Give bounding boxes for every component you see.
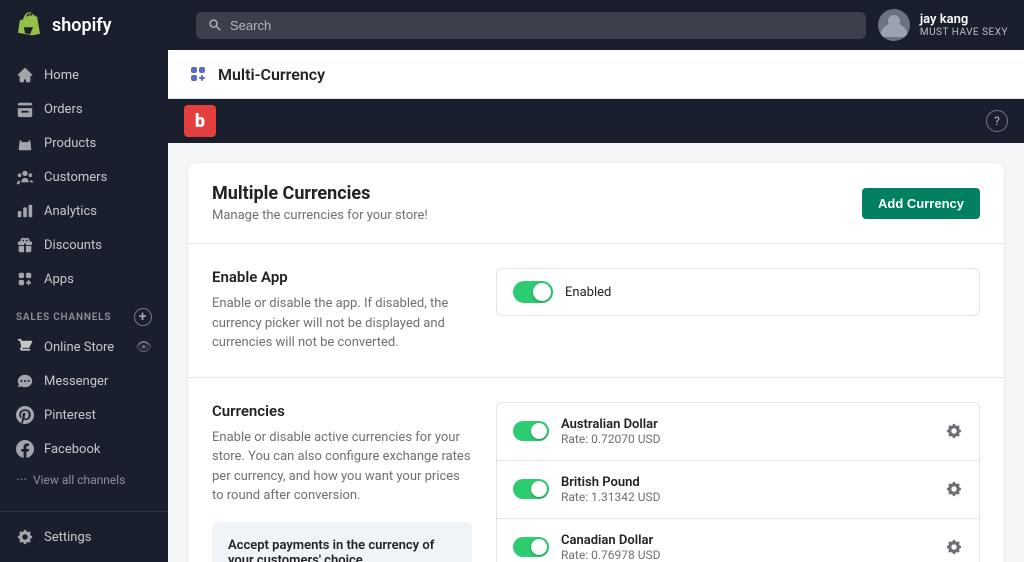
aud-info: Australian Dollar Rate: 0.72070 USD (561, 417, 933, 446)
page-title: Multi-Currency (218, 65, 325, 84)
search-icon (208, 18, 222, 32)
search-bar[interactable] (196, 12, 866, 39)
sidebar-bottom: Settings (0, 511, 168, 554)
app-banner: b ? (168, 99, 1024, 143)
pinterest-icon (16, 406, 34, 424)
top-nav: shopify jay kang MUST HAVE SEXY (0, 0, 1024, 50)
logo-text: shopify (52, 15, 112, 36)
sidebar-label-products: Products (44, 136, 96, 151)
enable-app-description: Enable or disable the app. If disabled, … (212, 294, 472, 353)
currencies-list-section: Currencies Enable or disable active curr… (188, 378, 1004, 562)
sales-channels-label: SALES CHANNELS (16, 312, 111, 323)
user-name: jay kang (920, 12, 1008, 27)
currencies-title: Multiple Currencies (212, 183, 428, 204)
online-store-icon (16, 338, 34, 356)
enable-app-section: Enable App Enable or disable the app. If… (188, 244, 1004, 378)
customers-icon (16, 168, 34, 186)
currency-item-aud: Australian Dollar Rate: 0.72070 USD (497, 403, 979, 461)
sidebar-label-discounts: Discounts (44, 238, 102, 253)
view-all-label: View all channels (33, 473, 125, 487)
app-logo: b (184, 105, 216, 137)
sidebar-item-analytics[interactable]: Analytics (0, 194, 168, 228)
info-box-title: Accept payments in the currency of your … (228, 538, 456, 562)
products-icon (16, 134, 34, 152)
multicurrency-icon (188, 64, 208, 84)
sidebar-item-discounts[interactable]: Discounts (0, 228, 168, 262)
aud-settings-icon[interactable] (945, 422, 963, 440)
sidebar-item-online-store[interactable]: Online Store 👁 (0, 330, 168, 364)
aud-toggle[interactable] (513, 421, 549, 441)
currency-item-gbp: British Pound Rate: 1.31342 USD (497, 461, 979, 519)
sidebar-label-apps: Apps (44, 272, 74, 287)
cad-settings-icon[interactable] (945, 538, 963, 556)
sidebar-item-orders[interactable]: Orders (0, 92, 168, 126)
sidebar-label-analytics: Analytics (44, 204, 97, 219)
cad-name: Canadian Dollar (561, 533, 933, 548)
home-icon (16, 66, 34, 84)
help-button[interactable]: ? (986, 110, 1008, 132)
gbp-rate: Rate: 1.31342 USD (561, 490, 933, 504)
messenger-icon (16, 372, 34, 390)
enable-app-toggle-row: Enabled (496, 268, 980, 316)
main-content: Multi-Currency b ? Multiple Currencies M… (168, 50, 1024, 562)
sidebar-item-pinterest[interactable]: Pinterest (0, 398, 168, 432)
sidebar-label-customers: Customers (44, 170, 107, 185)
page-header: Multi-Currency (168, 50, 1024, 99)
sidebar-label-pinterest: Pinterest (44, 408, 96, 423)
apps-icon (16, 270, 34, 288)
enable-app-toggle[interactable] (513, 281, 553, 303)
multiple-currencies-card: Multiple Currencies Manage the currencie… (188, 163, 1004, 562)
enable-app-title: Enable App (212, 268, 472, 286)
sidebar-item-settings[interactable]: Settings (0, 520, 168, 554)
currency-list: Australian Dollar Rate: 0.72070 USD (496, 402, 980, 562)
analytics-icon (16, 202, 34, 220)
sidebar-label-facebook: Facebook (44, 442, 100, 457)
currencies-card-header: Multiple Currencies Manage the currencie… (188, 163, 1004, 244)
info-box: Accept payments in the currency of your … (212, 522, 472, 562)
discounts-icon (16, 236, 34, 254)
view-all-channels[interactable]: ··· View all channels (0, 466, 168, 494)
add-currency-button[interactable]: Add Currency (862, 188, 980, 219)
aud-rate: Rate: 0.72070 USD (561, 432, 933, 446)
gbp-info: British Pound Rate: 1.31342 USD (561, 475, 933, 504)
cad-rate: Rate: 0.76978 USD (561, 548, 933, 562)
sidebar-label-settings: Settings (44, 530, 91, 545)
shopify-logo: shopify (16, 11, 184, 39)
currency-item-cad: Canadian Dollar Rate: 0.76978 USD (497, 519, 979, 562)
gbp-name: British Pound (561, 475, 933, 490)
add-channel-button[interactable]: + (134, 308, 152, 326)
sidebar-item-home[interactable]: Home (0, 58, 168, 92)
gbp-toggle[interactable] (513, 479, 549, 499)
avatar (878, 9, 910, 41)
currencies-description: Manage the currencies for your store! (212, 208, 428, 223)
currencies-section-title: Currencies (212, 402, 472, 420)
gbp-settings-icon[interactable] (945, 480, 963, 498)
sidebar-item-messenger[interactable]: Messenger (0, 364, 168, 398)
cad-info: Canadian Dollar Rate: 0.76978 USD (561, 533, 933, 562)
sidebar-label-messenger: Messenger (44, 374, 108, 389)
sidebar-item-facebook[interactable]: Facebook (0, 432, 168, 466)
toggle-label: Enabled (565, 285, 611, 300)
user-subtitle: MUST HAVE SEXY (920, 27, 1008, 38)
search-input[interactable] (230, 18, 854, 33)
sidebar-label-online-store: Online Store (44, 340, 135, 355)
currencies-section-description: Enable or disable active currencies for … (212, 428, 472, 506)
sidebar-item-products[interactable]: Products (0, 126, 168, 160)
content-area: Multiple Currencies Manage the currencie… (168, 143, 1024, 562)
sidebar: Home Orders Products Customers Analytics (0, 50, 168, 562)
facebook-icon (16, 440, 34, 458)
sidebar-label-home: Home (44, 68, 79, 83)
sidebar-item-apps[interactable]: Apps (0, 262, 168, 296)
sidebar-label-orders: Orders (44, 102, 83, 117)
aud-name: Australian Dollar (561, 417, 933, 432)
sales-channels-header: SALES CHANNELS + (0, 296, 168, 330)
sidebar-item-customers[interactable]: Customers (0, 160, 168, 194)
orders-icon (16, 100, 34, 118)
user-info: jay kang MUST HAVE SEXY (878, 9, 1008, 41)
settings-icon (16, 528, 34, 546)
cad-toggle[interactable] (513, 537, 549, 557)
eye-icon[interactable]: 👁 (135, 340, 152, 355)
app-body: Home Orders Products Customers Analytics (0, 50, 1024, 562)
